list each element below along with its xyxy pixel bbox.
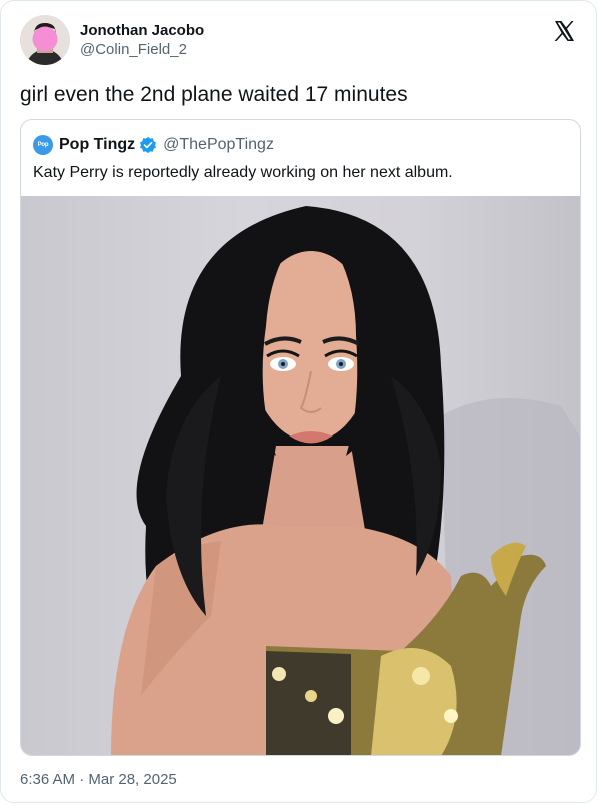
x-logo-icon[interactable] [552,19,576,43]
quoted-tweet-photo[interactable] [21,196,580,755]
author-handle[interactable]: @Colin_Field_2 [80,40,204,60]
quoted-tweet[interactable]: Pop Pop Tingz @ThePopTingz Katy Perry is… [20,119,581,756]
tweet-text: girl even the 2nd plane waited 17 minute… [20,83,408,106]
verified-badge-icon [140,136,157,154]
quoted-avatar-text: Pop [37,142,49,148]
author-display-name[interactable]: Jonothan Jacobo [80,21,204,40]
author-avatar[interactable] [20,15,70,65]
quoted-author-avatar[interactable]: Pop [33,135,53,155]
quoted-author-handle[interactable]: @ThePopTingz [163,136,274,154]
quoted-tweet-text: Katy Perry is reportedly already working… [33,164,453,181]
tweet-card: Jonothan Jacobo @Colin_Field_2 girl even… [0,0,597,803]
tweet-timestamp[interactable]: 6:36 AM · Mar 28, 2025 [20,771,177,788]
quoted-author-name[interactable]: Pop Tingz [59,136,135,154]
tweet-header: Jonothan Jacobo @Colin_Field_2 [20,15,204,65]
quoted-tweet-header: Pop Pop Tingz @ThePopTingz [33,134,274,156]
author-names: Jonothan Jacobo @Colin_Field_2 [80,21,204,60]
avatar-image [20,15,70,65]
portrait-photo [111,206,580,755]
